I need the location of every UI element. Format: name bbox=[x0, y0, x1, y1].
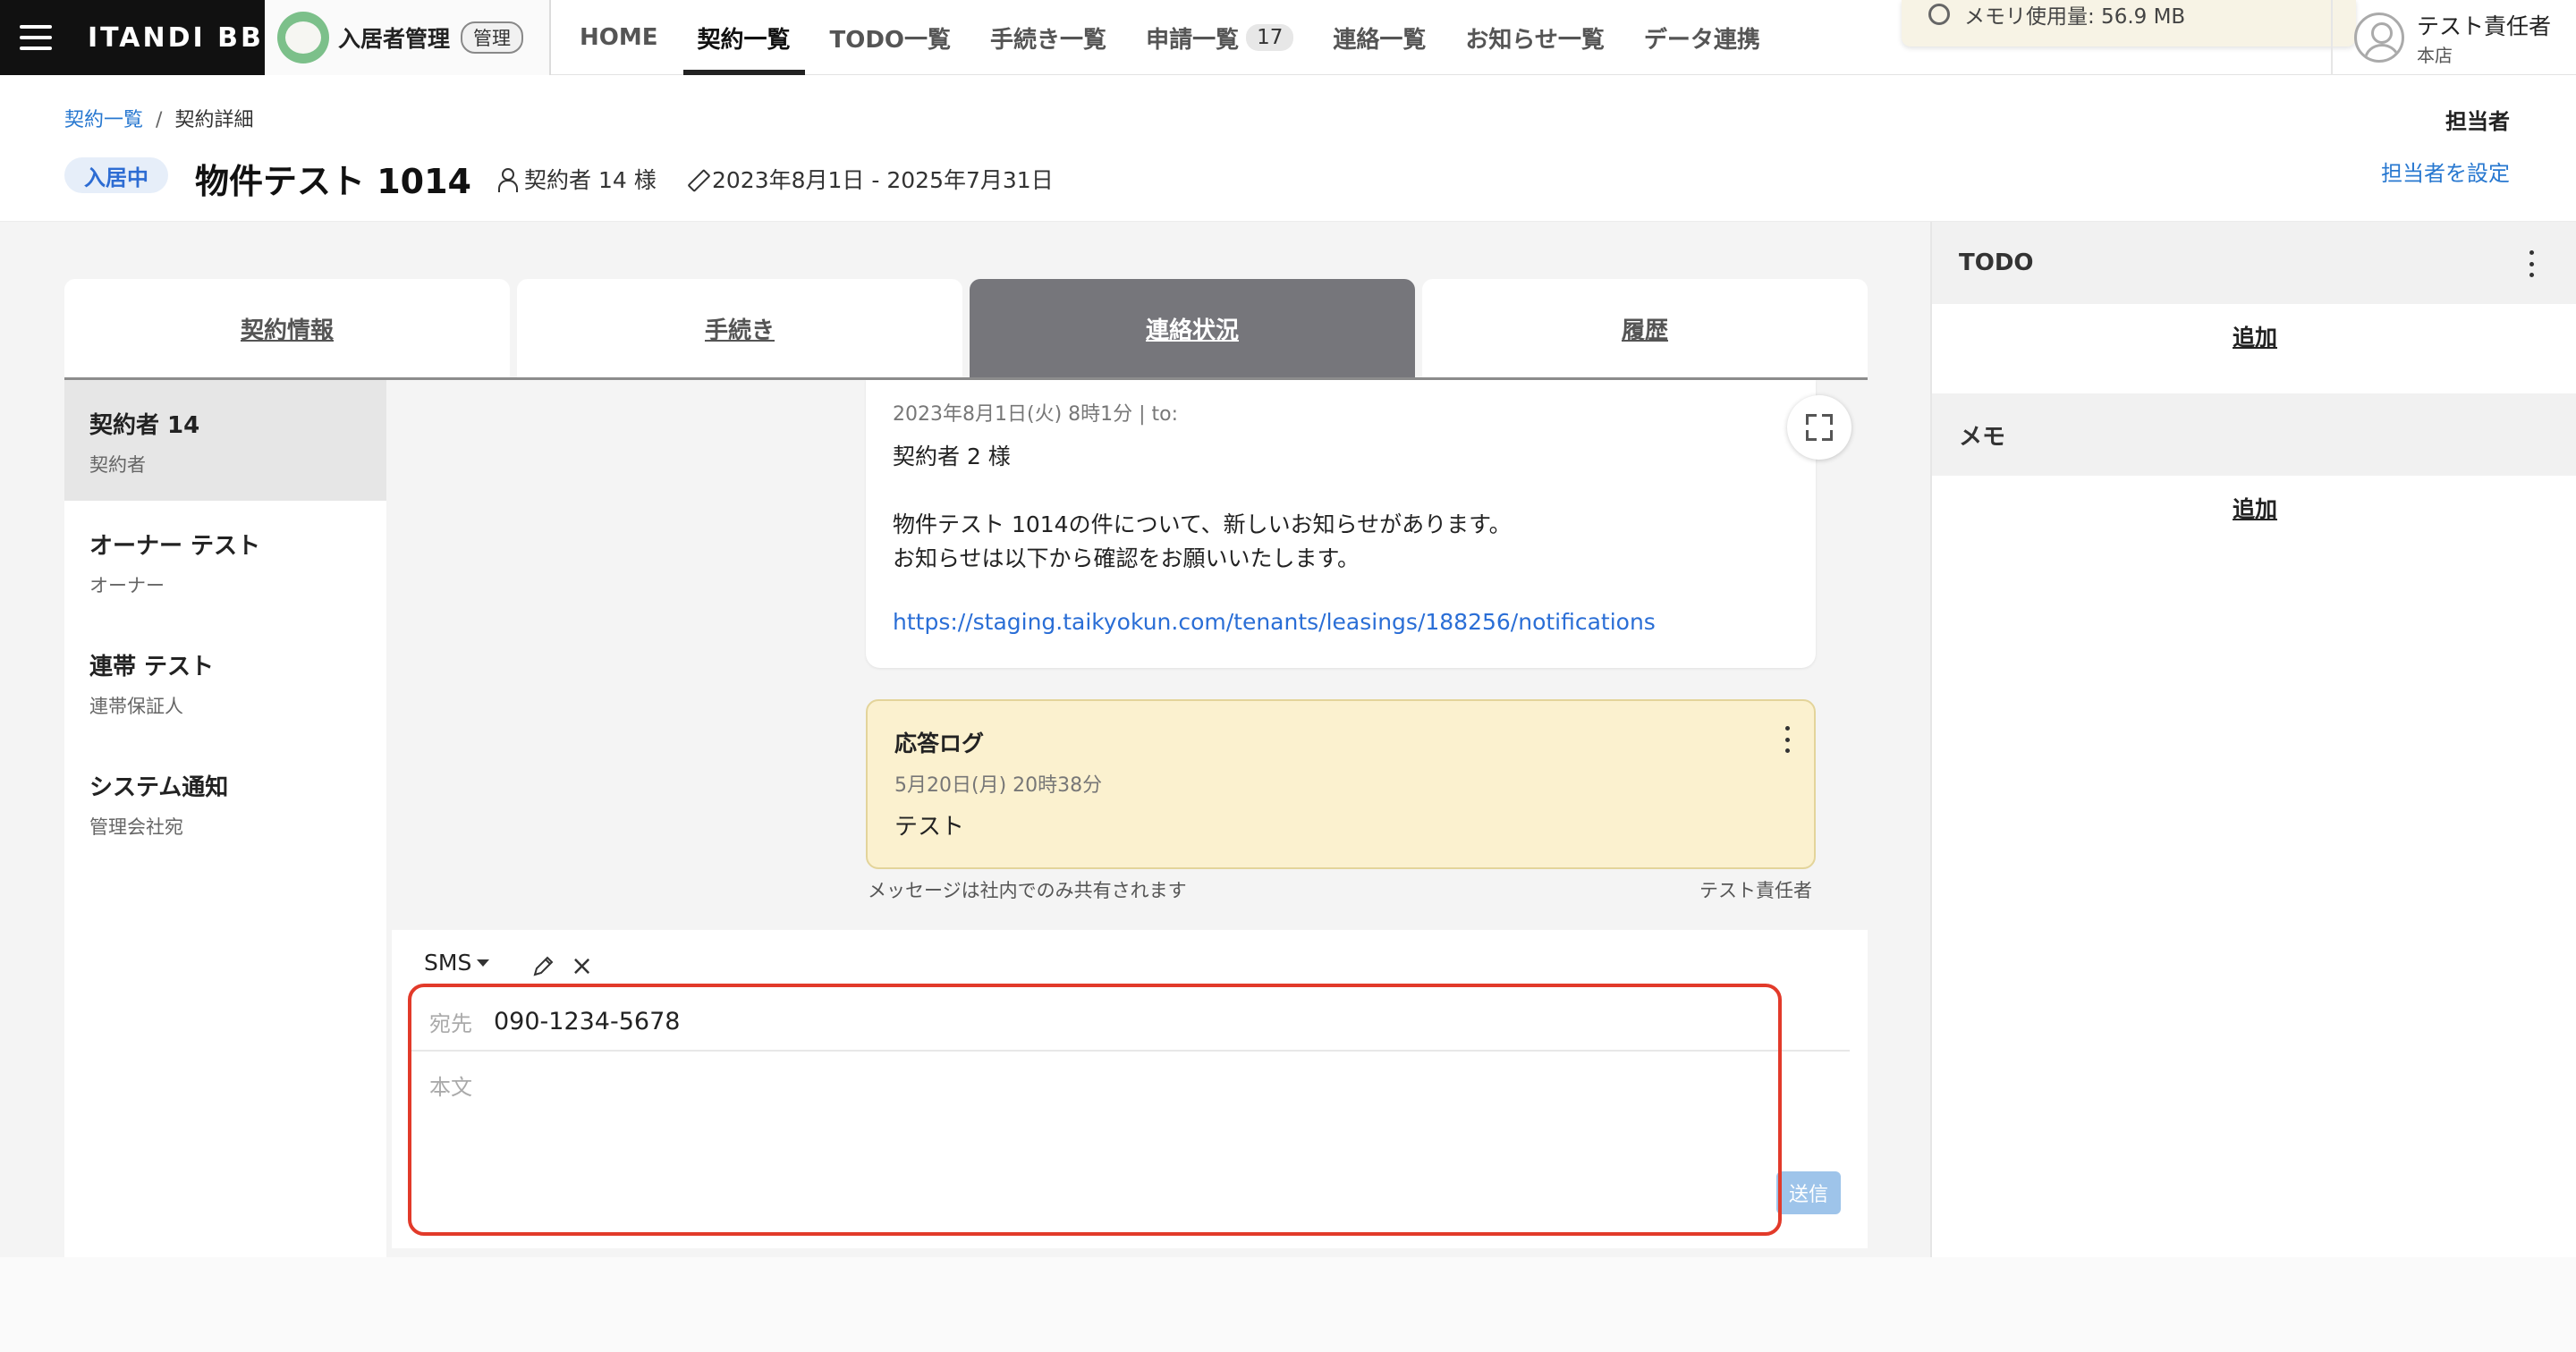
brand-logo[interactable]: ITANDI BB bbox=[88, 22, 264, 54]
nav-label: お知らせ一覧 bbox=[1465, 26, 1605, 54]
nav-label: 契約一覧 bbox=[697, 26, 791, 54]
set-assignee-link[interactable]: 担当者を設定 bbox=[2381, 156, 2510, 187]
breadcrumb-separator: / bbox=[156, 109, 163, 131]
message-body-line: 物件テスト 1014の件について、新しいお知らせがあります。 bbox=[893, 511, 1512, 537]
breadcrumb-current: 契約詳細 bbox=[174, 109, 254, 131]
sender-name: テスト責任者 bbox=[1699, 880, 1812, 901]
contractor-info: 契約者 14 様 bbox=[497, 163, 657, 195]
nav-applications[interactable]: 申請一覧 17 bbox=[1126, 0, 1313, 75]
nav-label: 手続き一覧 bbox=[990, 26, 1107, 54]
nav-todo[interactable]: TODO一覧 bbox=[810, 0, 971, 75]
user-avatar-icon bbox=[2354, 13, 2404, 63]
nav-procedures[interactable]: 手続き一覧 bbox=[970, 0, 1126, 75]
mascot-icon bbox=[277, 12, 329, 63]
nav-label: データ連携 bbox=[1643, 26, 1760, 54]
contact-item-system-notice[interactable]: システム通知 管理会社宛 bbox=[64, 742, 386, 863]
contact-name: オーナー テスト bbox=[89, 533, 261, 560]
todo-header: TODO bbox=[1932, 222, 2576, 304]
contact-item-contractor[interactable]: 契約者 14 契約者 bbox=[64, 380, 386, 501]
nav-label: 申請一覧 bbox=[1146, 26, 1240, 54]
gauge-icon bbox=[1928, 4, 1950, 25]
channel-value: SMS bbox=[424, 950, 472, 976]
bottom-strip bbox=[0, 1257, 2576, 1352]
response-log-card: 応答ログ 5月20日(月) 20時38分 テスト bbox=[866, 699, 1816, 869]
contact-role: 契約者 bbox=[89, 454, 146, 476]
highlight-annotation bbox=[408, 984, 1782, 1236]
todo-title: TODO bbox=[1959, 249, 2034, 276]
log-timestamp: 5月20日(月) 20時38分 bbox=[894, 774, 1103, 797]
nav-notices[interactable]: お知らせ一覧 bbox=[1445, 0, 1623, 75]
nav-data-sync[interactable]: データ連携 bbox=[1624, 0, 1780, 75]
side-panel: TODO 追加 メモ 追加 bbox=[1930, 222, 2576, 1257]
breadcrumb: 契約一覧 / 契約詳細 bbox=[64, 104, 253, 132]
kebab-menu-icon[interactable] bbox=[2526, 250, 2537, 277]
share-note: メッセージは社内でのみ共有されます bbox=[868, 880, 1187, 901]
user-name: テスト責任者 bbox=[2417, 13, 2552, 39]
close-icon[interactable]: × bbox=[571, 953, 593, 980]
brand-block: ITANDI BB bbox=[0, 0, 265, 75]
contact-role: 連帯保証人 bbox=[89, 696, 183, 717]
memo-add-link[interactable]: 追加 bbox=[1932, 492, 2576, 524]
tab-procedures[interactable]: 手続き bbox=[517, 279, 962, 377]
breadcrumb-contracts-link[interactable]: 契約一覧 bbox=[64, 109, 143, 131]
message-salutation: 契約者 2 様 bbox=[893, 444, 1011, 469]
expand-icon[interactable] bbox=[1787, 395, 1852, 460]
nav-home[interactable]: HOME bbox=[560, 0, 678, 75]
tab-contract-info[interactable]: 契約情報 bbox=[64, 279, 510, 377]
todo-add-link[interactable]: 追加 bbox=[1932, 320, 2576, 352]
main-nav: HOME 契約一覧 TODO一覧 手続き一覧 申請一覧 17 連絡一覧 お知らせ一… bbox=[560, 0, 1780, 75]
memo-header: メモ bbox=[1932, 393, 2576, 476]
contact-item-guarantor[interactable]: 連帯 テスト 連帯保証人 bbox=[64, 621, 386, 742]
contact-item-owner[interactable]: オーナー テスト オーナー bbox=[64, 501, 386, 621]
section-badge: 管理 bbox=[461, 21, 524, 54]
page-title: 物件テスト 1014 bbox=[195, 162, 471, 201]
contract-period-text: 2023年8月1日 - 2025年7月31日 bbox=[712, 167, 1054, 193]
memo-title: メモ bbox=[1959, 423, 2006, 451]
user-store: 本店 bbox=[2417, 44, 2453, 66]
page-header: 契約一覧 / 契約詳細 入居中 物件テスト 1014 契約者 14 様 2023年8… bbox=[0, 75, 2576, 222]
status-badge: 入居中 bbox=[64, 157, 168, 193]
message-card: 2023年8月1日(火) 8時1分 | to: 契約者 2 様 物件テスト 10… bbox=[866, 380, 1816, 668]
section-title: 入居者管理 bbox=[338, 26, 451, 52]
user-menu[interactable]: テスト責任者 本店 bbox=[2331, 0, 2576, 75]
kebab-menu-icon[interactable] bbox=[1782, 726, 1792, 753]
contract-period: 2023年8月1日 - 2025年7月31日 bbox=[687, 163, 1054, 195]
contact-role: オーナー bbox=[89, 575, 165, 596]
send-button[interactable]: 送信 bbox=[1776, 1171, 1841, 1214]
nav-label: 連絡一覧 bbox=[1333, 26, 1427, 54]
channel-select[interactable]: SMS bbox=[424, 950, 490, 976]
log-title: 応答ログ bbox=[894, 731, 985, 756]
person-icon bbox=[497, 167, 518, 192]
section-switcher[interactable]: 入居者管理 管理 bbox=[265, 0, 551, 75]
nav-contracts[interactable]: 契約一覧 bbox=[678, 0, 810, 75]
contact-name: 連帯 テスト bbox=[89, 654, 215, 680]
tab-history[interactable]: 履歴 bbox=[1422, 279, 1868, 377]
memory-usage-text: メモリ使用量: 56.9 MB bbox=[1964, 5, 2186, 29]
log-text: テスト bbox=[894, 814, 965, 841]
pen-icon bbox=[687, 169, 707, 189]
contact-list: 契約者 14 契約者 オーナー テスト オーナー 連帯 テスト 連帯保証人 シス… bbox=[64, 380, 386, 1352]
contact-name: システム通知 bbox=[89, 774, 229, 801]
applications-count-badge: 17 bbox=[1246, 24, 1294, 51]
memory-usage-toast: メモリ使用量: 56.9 MB bbox=[1902, 0, 2356, 46]
contractor-name: 契約者 14 様 bbox=[524, 167, 657, 193]
nav-contacts[interactable]: 連絡一覧 bbox=[1313, 0, 1445, 75]
nav-label: TODO一覧 bbox=[829, 26, 952, 54]
nav-label: HOME bbox=[580, 24, 658, 51]
hamburger-menu-icon[interactable] bbox=[20, 25, 52, 50]
message-meta: 2023年8月1日(火) 8時1分 | to: bbox=[893, 403, 1179, 426]
caret-down-icon bbox=[477, 959, 490, 967]
contact-role: 管理会社宛 bbox=[89, 816, 183, 838]
contact-name: 契約者 14 bbox=[89, 412, 200, 439]
message-body-line: お知らせは以下から確認をお願いいたします。 bbox=[893, 545, 1360, 571]
tab-contact-status[interactable]: 連絡状況 bbox=[970, 279, 1415, 377]
assignee-label: 担当者 bbox=[2445, 109, 2510, 134]
message-link[interactable]: https://staging.taikyokun.com/tenants/le… bbox=[893, 609, 1656, 635]
pencil-icon[interactable] bbox=[531, 955, 555, 978]
